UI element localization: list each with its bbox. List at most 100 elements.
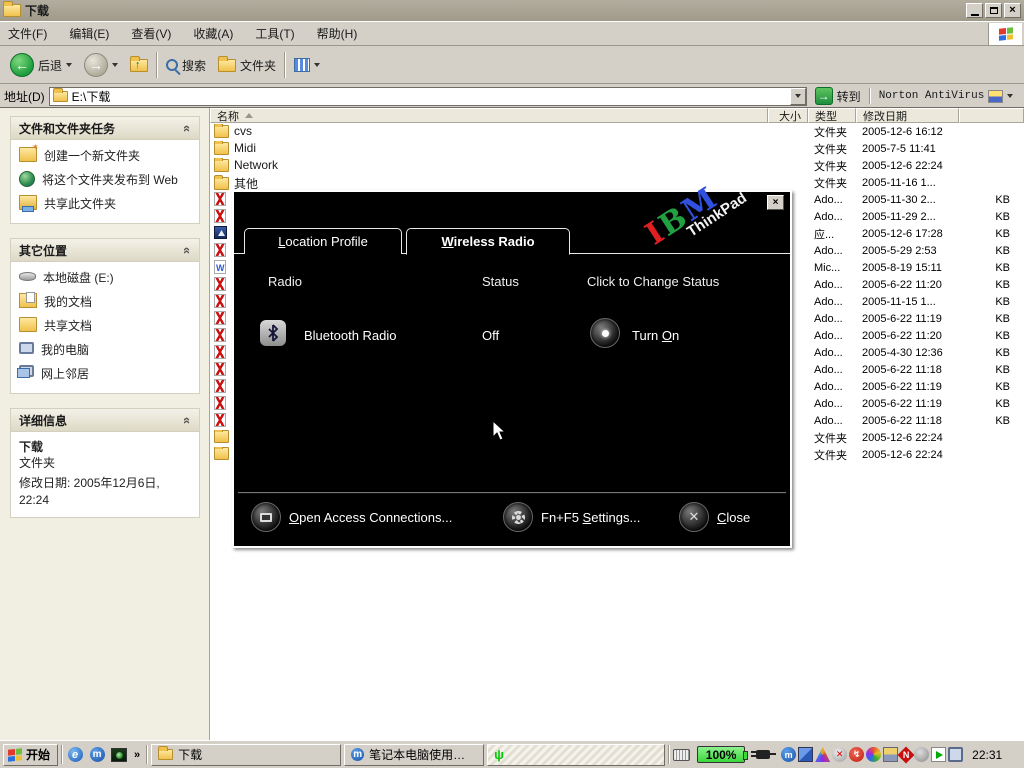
xunlei-icon[interactable]: ↯: [849, 747, 864, 762]
menu-help[interactable]: 帮助(H): [317, 25, 358, 42]
file-date: 2005-6-22 11:19: [862, 381, 1002, 393]
file-icon: [214, 362, 226, 376]
views-button[interactable]: [290, 55, 324, 75]
tab-wireless-radio[interactable]: Wireless Radio: [406, 228, 570, 255]
norton-antivirus-button[interactable]: Norton AntiVirus: [875, 87, 1018, 106]
panel-details-header[interactable]: 详细信息 «: [11, 409, 199, 432]
search-button[interactable]: 搜索: [162, 54, 210, 77]
details-folder-kind: 文件夹: [19, 455, 193, 471]
column-name[interactable]: 名称: [210, 108, 768, 123]
tab-location-profile[interactable]: Location Profile: [244, 228, 402, 254]
table-row[interactable]: Network 文件夹 2005-12-6 22:24: [210, 157, 1024, 174]
network-monitors-icon[interactable]: [798, 747, 813, 762]
file-date: 2005-11-16 1...: [862, 177, 1002, 189]
collapse-chevron-icon[interactable]: «: [180, 124, 195, 131]
battery-indicator[interactable]: 100%: [697, 746, 745, 763]
file-date: 2005-5-29 2:53: [862, 245, 1002, 257]
turn-on-label[interactable]: Turn On: [632, 328, 679, 343]
norton-label: Norton AntiVirus: [879, 90, 985, 102]
network-connection-icon[interactable]: [948, 747, 963, 762]
ie-icon[interactable]: e: [66, 746, 84, 764]
address-input[interactable]: E:\下载: [49, 87, 807, 106]
place-shared-documents[interactable]: 共享文档: [19, 317, 193, 334]
title-bar: 下载 ×: [0, 0, 1024, 21]
open-access-connections-button[interactable]: Open Access Connections...: [251, 502, 452, 532]
file-icon: [214, 125, 229, 138]
table-row[interactable]: 其他 文件夹 2005-11-16 1...: [210, 174, 1024, 191]
collapse-chevron-icon[interactable]: «: [180, 416, 195, 423]
forward-dropdown-icon[interactable]: [112, 63, 118, 67]
shared-documents-icon: [19, 317, 37, 332]
turn-on-button[interactable]: [590, 318, 620, 348]
table-row[interactable]: cvs 文件夹 2005-12-6 16:12: [210, 123, 1024, 140]
minimize-button[interactable]: [966, 3, 983, 18]
task-publish-web[interactable]: 将这个文件夹发布到 Web: [19, 171, 193, 188]
task-button-notebook[interactable]: m 笔记本电脑使用、维...: [344, 744, 484, 766]
go-button[interactable]: → 转到: [811, 84, 865, 108]
new-folder-icon: [19, 147, 37, 162]
file-type: Ado...: [814, 245, 864, 257]
volume-icon[interactable]: [914, 747, 929, 762]
power-lightning-icon[interactable]: [898, 746, 915, 763]
collapse-chevron-icon[interactable]: «: [180, 246, 195, 253]
media-player-icon[interactable]: [866, 747, 881, 762]
start-button[interactable]: 开始: [3, 744, 58, 766]
address-dropdown-icon[interactable]: [790, 88, 806, 105]
menu-edit[interactable]: 编辑(E): [69, 25, 109, 42]
panel-title: 其它位置: [19, 242, 67, 259]
column-type[interactable]: 类型: [808, 108, 856, 123]
place-local-disk-e[interactable]: 本地磁盘 (E:): [19, 269, 193, 286]
panel-other-places-header[interactable]: 其它位置 «: [11, 239, 199, 262]
task-scheduler-icon[interactable]: [931, 747, 946, 762]
task-share-folder[interactable]: 共享此文件夹: [19, 195, 193, 212]
file-type: 文件夹: [814, 175, 864, 191]
folders-button[interactable]: 文件夹: [214, 54, 280, 77]
back-button[interactable]: ← 后退: [6, 50, 76, 80]
file-icon: [214, 396, 226, 410]
mute-icon[interactable]: ✕: [832, 747, 847, 762]
keyboard-icon[interactable]: [673, 749, 690, 761]
menu-view[interactable]: 查看(V): [131, 25, 171, 42]
back-dropdown-icon[interactable]: [66, 63, 72, 67]
address-label: 地址(D): [4, 88, 45, 105]
dialog-close-action-button[interactable]: ✕ Close: [679, 502, 750, 532]
task-button-download[interactable]: 下载: [151, 744, 341, 766]
desktop: 下载 × 文件(F) 编辑(E) 查看(V) 收藏(A) 工具(T) 帮助(H)…: [0, 0, 1024, 768]
panel-file-tasks-header[interactable]: 文件和文件夹任务 «: [11, 117, 199, 140]
norton-dropdown-icon[interactable]: [1007, 94, 1013, 98]
task-button-wireless[interactable]: ψ: [487, 744, 665, 766]
acdsee-icon[interactable]: [110, 746, 128, 764]
place-my-documents[interactable]: 我的文档: [19, 293, 193, 310]
place-network-places[interactable]: 网上邻居: [19, 365, 193, 382]
menu-file[interactable]: 文件(F): [8, 25, 47, 42]
menu-tools[interactable]: 工具(T): [255, 25, 294, 42]
memory-card-icon[interactable]: [883, 747, 898, 762]
file-type: Ado...: [814, 415, 864, 427]
column-date[interactable]: 修改日期: [856, 108, 959, 123]
forward-button[interactable]: →: [80, 50, 122, 80]
column-size[interactable]: 大小: [768, 108, 808, 123]
image-viewer-icon[interactable]: [815, 747, 830, 762]
maxthon-icon[interactable]: m: [88, 746, 106, 764]
up-button[interactable]: ↑: [126, 56, 152, 75]
quick-launch-overflow[interactable]: »: [131, 749, 143, 761]
bluetooth-status: Off: [482, 328, 499, 343]
task-new-folder[interactable]: 创建一个新文件夹: [19, 147, 193, 164]
taskbar-clock[interactable]: 22:31: [972, 748, 1002, 762]
close-button[interactable]: ×: [1004, 3, 1021, 18]
menu-favorites[interactable]: 收藏(A): [193, 25, 233, 42]
views-dropdown-icon[interactable]: [314, 63, 320, 67]
restore-button[interactable]: [985, 3, 1002, 18]
antenna-icon: ψ: [494, 748, 504, 761]
maxthon-icon[interactable]: m: [781, 747, 796, 762]
dialog-separator: [238, 492, 786, 494]
taskbar-separator: [146, 745, 148, 764]
taskbar-separator: [61, 745, 63, 764]
table-row[interactable]: Midi 文件夹 2005-7-5 11:41: [210, 140, 1024, 157]
file-date: 2005-6-22 11:18: [862, 364, 1002, 376]
fn-f5-settings-button[interactable]: Fn+F5 Settings...: [503, 502, 640, 532]
disk-icon: [19, 272, 36, 281]
place-my-computer[interactable]: 我的电脑: [19, 341, 193, 358]
file-type: 文件夹: [814, 158, 864, 174]
bluetooth-icon: [260, 320, 286, 346]
